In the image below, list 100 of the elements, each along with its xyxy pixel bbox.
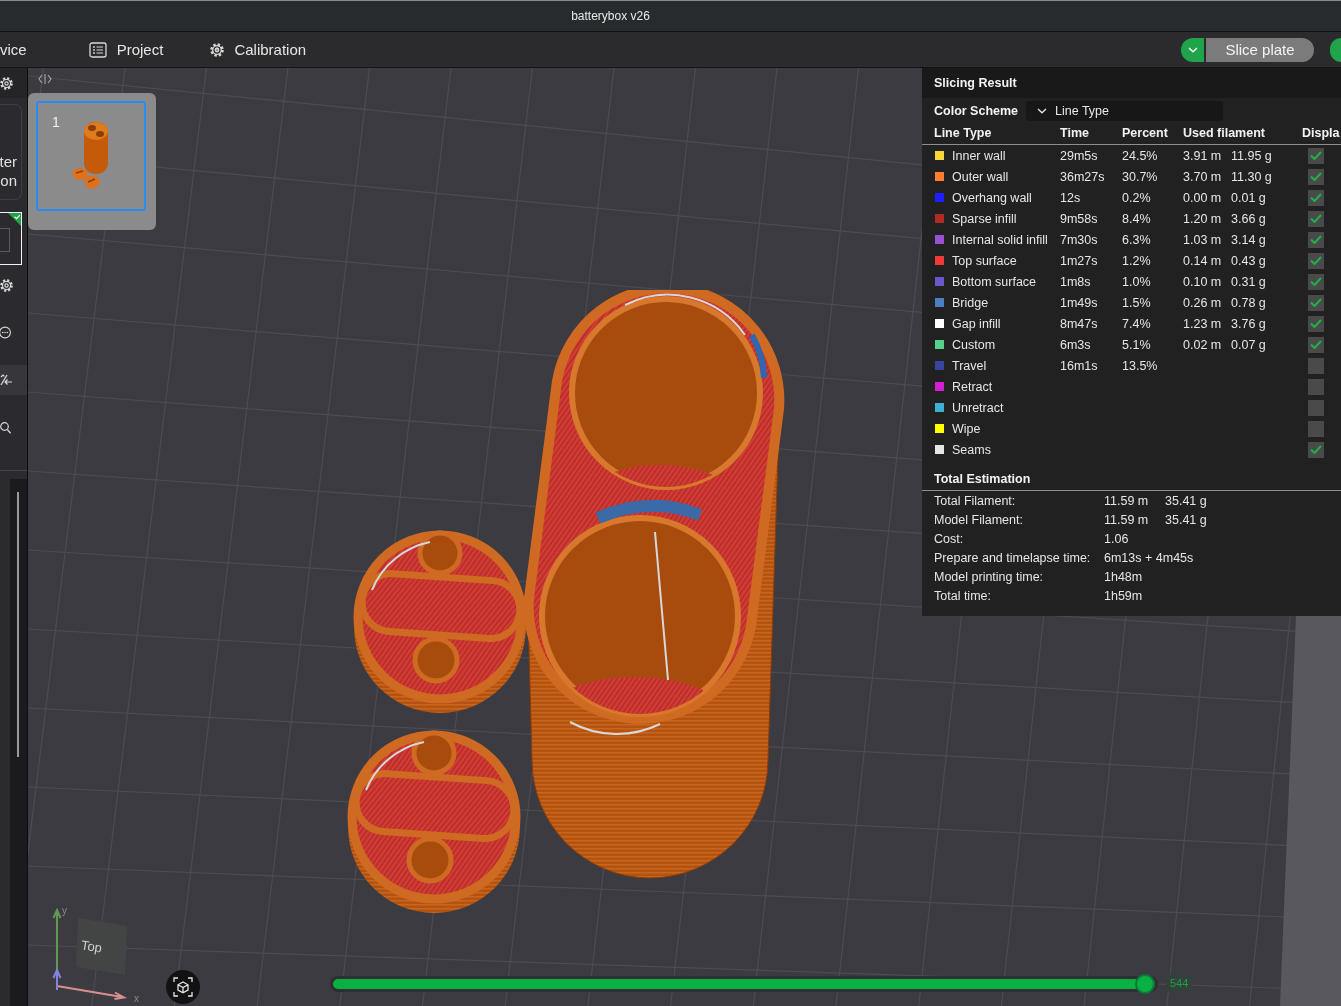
table-cell-text: Unretract <box>952 399 1005 416</box>
axis-label: x <box>134 993 139 1004</box>
expand-collapse-icon[interactable] <box>38 74 52 84</box>
display-checkbox[interactable] <box>1308 294 1324 311</box>
table-cell-text: 1.20 m <box>1183 210 1223 227</box>
list-icon <box>88 41 107 58</box>
scrollbar-track[interactable] <box>10 479 27 1006</box>
table-cell-text: Internal solid infill <box>952 231 1049 248</box>
table-cell-text: 30.7% <box>1122 168 1159 185</box>
table-cell-text: 24.5% <box>1122 147 1159 164</box>
color-scheme-dropdown[interactable]: Line Type <box>1026 101 1223 121</box>
estimate-label: Total time: <box>934 587 992 604</box>
table-cell-text: Seams <box>952 441 992 458</box>
table-cell-text: 1.03 m <box>1183 231 1223 248</box>
table-cell-text: 7m30s <box>1060 231 1099 248</box>
display-checkbox[interactable] <box>1308 231 1324 248</box>
view-face-label: Top <box>80 937 104 956</box>
table-cell-text: Travel <box>952 357 988 374</box>
display-checkbox[interactable] <box>1308 210 1324 227</box>
slash-arrow-icon[interactable] <box>0 374 12 386</box>
table-cell-text: Inner wall <box>952 147 1007 164</box>
sidebar-label: ter <box>0 152 17 171</box>
slice-plate-button[interactable]: Slice plate <box>1206 37 1314 62</box>
section-title: Total Estimation <box>922 469 1341 491</box>
table-cell-text: 9m58s <box>1060 210 1099 227</box>
display-checkbox[interactable] <box>1308 441 1324 458</box>
column-header: Displa <box>1301 124 1341 141</box>
checkmark-icon <box>1310 172 1322 181</box>
display-checkbox[interactable] <box>1308 420 1324 437</box>
table-cell-text: 1.5% <box>1122 294 1152 311</box>
checkmark-icon <box>1310 193 1322 202</box>
table-cell-text: 0.14 m <box>1183 252 1223 269</box>
table-cell-text: 11.95 g <box>1231 147 1273 164</box>
table-cell-text: Outer wall <box>952 168 1010 185</box>
display-checkbox[interactable] <box>1308 399 1324 416</box>
sidebar-label: on <box>0 171 17 190</box>
table-cell-text: 0.31 g <box>1231 273 1267 290</box>
estimate-value: 35.41 g <box>1165 511 1208 528</box>
display-checkbox[interactable] <box>1308 252 1324 269</box>
table-cell-text: 7.4% <box>1122 315 1152 332</box>
table-cell-text: 6m3s <box>1060 336 1092 353</box>
table-cell-text: 0.02 m <box>1183 336 1223 353</box>
search-icon[interactable] <box>0 421 11 434</box>
menu-tab[interactable]: vice <box>0 39 27 60</box>
table-cell-text: 3.14 g <box>1231 231 1267 248</box>
table-cell-text: 13.5% <box>1122 357 1159 374</box>
column-header: Time <box>1060 124 1090 141</box>
table-cell-text: 1m27s <box>1060 252 1099 269</box>
menu-tab[interactable]: Project <box>88 39 164 60</box>
estimate-value: 35.41 g <box>1165 492 1208 509</box>
checkmark-icon <box>1310 319 1322 328</box>
column-header: Percent <box>1122 124 1169 141</box>
view-cube-button[interactable] <box>166 970 200 1004</box>
partial-round-button[interactable] <box>1330 37 1341 62</box>
checkmark-icon <box>1310 298 1322 307</box>
display-checkbox[interactable] <box>1308 273 1324 290</box>
table-cell-text: 0.78 g <box>1231 294 1267 311</box>
display-checkbox[interactable] <box>1308 378 1324 395</box>
estimate-value: 1.06 <box>1104 530 1130 547</box>
table-cell-text: 16m1s <box>1060 357 1099 374</box>
plate-number: 1 <box>52 114 60 130</box>
cube-icon <box>173 977 193 997</box>
checkmark-icon <box>1310 256 1322 265</box>
display-checkbox[interactable] <box>1308 315 1324 332</box>
scrollbar-thumb[interactable] <box>17 492 19 757</box>
settings-icon[interactable] <box>0 278 13 292</box>
estimate-label: Cost: <box>934 530 965 547</box>
table-cell-text: 0.10 m <box>1183 273 1223 290</box>
sidebar-tile[interactable] <box>0 212 22 265</box>
display-checkbox[interactable] <box>1308 189 1324 206</box>
slider-thumb[interactable] <box>1135 973 1155 994</box>
table-cell-text: 29m5s <box>1060 147 1099 164</box>
display-checkbox[interactable] <box>1308 147 1324 164</box>
checkmark-icon <box>1310 151 1322 160</box>
table-cell-text: 0.2% <box>1122 189 1152 206</box>
table-cell-text: 1m49s <box>1060 294 1099 311</box>
table-cell-text: 8.4% <box>1122 210 1152 227</box>
table-cell-text: 11.30 g <box>1231 168 1273 185</box>
checkmark-icon <box>1310 277 1322 286</box>
table-cell-text: 1m8s <box>1060 273 1092 290</box>
field-label: Color Scheme <box>934 103 1020 120</box>
gear-icon <box>210 42 225 57</box>
table-cell-text: 8m47s <box>1060 315 1099 332</box>
table-cell-text: Retract <box>952 378 994 395</box>
menu-tab[interactable]: Calibration <box>210 39 307 60</box>
settings-icon[interactable] <box>0 76 13 90</box>
display-checkbox[interactable] <box>1308 357 1324 374</box>
display-checkbox[interactable] <box>1308 168 1324 185</box>
estimate-label: Model Filament: <box>934 511 1024 528</box>
layer-number: 544 <box>1166 975 1193 992</box>
estimate-label: Total Filament: <box>934 492 1017 509</box>
slice-options-button[interactable] <box>1181 37 1204 62</box>
table-cell-text: 0.07 g <box>1231 336 1267 353</box>
estimate-label: Model printing time: <box>934 568 1045 585</box>
sidebar-card[interactable]: ter on <box>0 104 22 200</box>
more-options-icon[interactable] <box>0 326 11 339</box>
display-checkbox[interactable] <box>1308 336 1324 353</box>
checkmark-icon <box>1310 340 1322 349</box>
table-cell-text: 6.3% <box>1122 231 1152 248</box>
table-cell-text: Sparse infill <box>952 210 1018 227</box>
